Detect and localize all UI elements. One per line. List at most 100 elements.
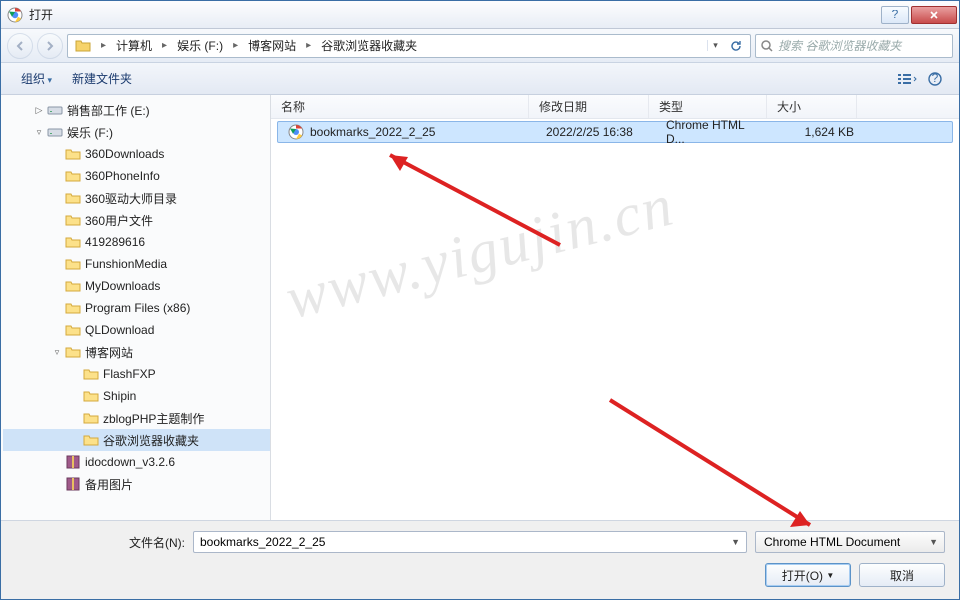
expand-icon[interactable] [51, 192, 63, 204]
tree-item[interactable]: 360Downloads [3, 143, 270, 165]
chevron-down-icon[interactable]: ▼ [731, 537, 740, 547]
tree-label: QLDownload [85, 323, 154, 337]
tree-item[interactable]: ▷ 销售部工作 (E:) [3, 99, 270, 121]
tree-label: FunshionMedia [85, 257, 167, 271]
folder-icon [65, 146, 81, 162]
crumb-0[interactable]: 计算机 [112, 37, 156, 54]
tree-item[interactable]: 360PhoneInfo [3, 165, 270, 187]
expand-icon[interactable] [51, 214, 63, 226]
column-headers[interactable]: 名称 修改日期 类型 大小 [271, 95, 959, 119]
folder-icon [83, 388, 99, 404]
archive-icon [65, 454, 81, 470]
breadcrumb-dropdown[interactable]: ▾ [707, 40, 723, 51]
tree-item[interactable]: FunshionMedia [3, 253, 270, 275]
tree-item[interactable]: 谷歌浏览器收藏夹 [3, 429, 270, 451]
col-name[interactable]: 名称 [271, 95, 529, 118]
expand-icon[interactable]: ▿ [33, 126, 45, 138]
expand-icon[interactable] [51, 236, 63, 248]
tree-item[interactable]: idocdown_v3.2.6 [3, 451, 270, 473]
folder-icon [65, 190, 81, 206]
back-button[interactable] [7, 33, 33, 59]
folder-icon [65, 322, 81, 338]
help-button[interactable]: ? [881, 6, 909, 24]
expand-icon[interactable] [51, 148, 63, 160]
chevron-down-icon[interactable]: ▼ [929, 537, 938, 547]
open-button[interactable]: 打开(O) ▼ [765, 563, 851, 587]
chevron-right-icon: ▸ [156, 40, 173, 51]
expand-icon[interactable] [69, 390, 81, 402]
tree-label: 销售部工作 (E:) [67, 102, 150, 119]
tree-label: MyDownloads [85, 279, 160, 293]
chrome-icon [288, 124, 304, 140]
expand-icon[interactable] [51, 302, 63, 314]
tree-label: zblogPHP主题制作 [103, 410, 204, 427]
tree-item[interactable]: ▿ 博客网站 [3, 341, 270, 363]
file-pane: 名称 修改日期 类型 大小 bookmarks_2022_2_252022/2/… [271, 95, 959, 520]
toolbar: 组织 新建文件夹 ? [1, 63, 959, 95]
tree-label: 博客网站 [85, 344, 133, 361]
col-date[interactable]: 修改日期 [529, 95, 649, 118]
file-type: Chrome HTML D... [656, 119, 774, 146]
search-input[interactable]: 搜索 谷歌浏览器收藏夹 [755, 34, 953, 58]
expand-icon[interactable] [69, 412, 81, 424]
cancel-button[interactable]: 取消 [859, 563, 945, 587]
chevron-right-icon: ▸ [95, 40, 112, 51]
folder-icon [65, 300, 81, 316]
view-options-button[interactable] [893, 68, 921, 90]
expand-icon[interactable] [51, 258, 63, 270]
nav-row: ▸ 计算机 ▸ 娱乐 (F:) ▸ 博客网站 ▸ 谷歌浏览器收藏夹 ▾ 搜索 谷… [1, 29, 959, 63]
tree-item[interactable]: FlashFXP [3, 363, 270, 385]
organize-menu[interactable]: 组织 [11, 67, 62, 90]
tree-label: 360用户文件 [85, 212, 153, 229]
col-type[interactable]: 类型 [649, 95, 767, 118]
tree-item[interactable]: Program Files (x86) [3, 297, 270, 319]
tree-item[interactable]: MyDownloads [3, 275, 270, 297]
expand-icon[interactable] [51, 170, 63, 182]
drive-icon [47, 102, 63, 118]
folder-icon [65, 278, 81, 294]
crumb-1[interactable]: 娱乐 (F:) [173, 37, 227, 54]
tree-item[interactable]: 备用图片 [3, 473, 270, 495]
chevron-right-icon: ▸ [227, 40, 244, 51]
tree-label: idocdown_v3.2.6 [85, 455, 175, 469]
refresh-icon[interactable] [725, 39, 747, 53]
tree-item[interactable]: Shipin [3, 385, 270, 407]
tree-label: 谷歌浏览器收藏夹 [103, 432, 199, 449]
tree-label: 419289616 [85, 235, 145, 249]
folder-tree[interactable]: ▷ 销售部工作 (E:) ▿娱乐 (F:)360Downloads 360PhoneI… [1, 95, 271, 520]
filename-input[interactable]: bookmarks_2022_2_25 ▼ [193, 531, 747, 553]
expand-icon[interactable] [51, 280, 63, 292]
help-icon[interactable]: ? [921, 68, 949, 90]
tree-item[interactable]: 419289616 [3, 231, 270, 253]
file-row[interactable]: bookmarks_2022_2_252022/2/25 16:38Chrome… [277, 121, 953, 143]
expand-icon[interactable]: ▿ [51, 346, 63, 358]
col-size[interactable]: 大小 [767, 95, 857, 118]
crumb-3[interactable]: 谷歌浏览器收藏夹 [317, 37, 421, 54]
file-date: 2022/2/25 16:38 [536, 125, 656, 139]
window-title: 打开 [29, 6, 879, 23]
expand-icon[interactable] [51, 478, 63, 490]
expand-icon[interactable] [69, 368, 81, 380]
svg-text:?: ? [932, 72, 939, 85]
folder-icon [65, 212, 81, 228]
close-button[interactable] [911, 6, 957, 24]
tree-item[interactable]: zblogPHP主题制作 [3, 407, 270, 429]
breadcrumb[interactable]: ▸ 计算机 ▸ 娱乐 (F:) ▸ 博客网站 ▸ 谷歌浏览器收藏夹 ▾ [67, 34, 751, 58]
newfolder-button[interactable]: 新建文件夹 [62, 67, 142, 90]
expand-icon[interactable]: ▷ [33, 104, 45, 116]
tree-label: 360PhoneInfo [85, 169, 160, 183]
tree-item[interactable]: 360驱动大师目录 [3, 187, 270, 209]
file-list[interactable]: bookmarks_2022_2_252022/2/25 16:38Chrome… [271, 119, 959, 520]
expand-icon[interactable] [69, 434, 81, 446]
split-down-icon: ▼ [826, 571, 834, 580]
tree-item[interactable]: 360用户文件 [3, 209, 270, 231]
crumb-2[interactable]: 博客网站 [244, 37, 300, 54]
expand-icon[interactable] [51, 456, 63, 468]
file-size: 1,624 KB [774, 125, 864, 139]
tree-item[interactable]: QLDownload [3, 319, 270, 341]
expand-icon[interactable] [51, 324, 63, 336]
filetype-filter[interactable]: Chrome HTML Document ▼ [755, 531, 945, 553]
forward-button[interactable] [37, 33, 63, 59]
tree-item[interactable]: ▿娱乐 (F:) [3, 121, 270, 143]
tree-label: Program Files (x86) [85, 301, 190, 315]
